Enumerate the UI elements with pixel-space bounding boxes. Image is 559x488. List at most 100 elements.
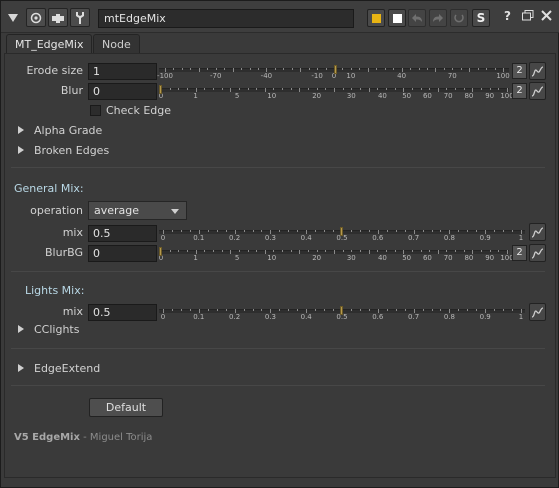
font-color-swatch[interactable] bbox=[388, 9, 406, 27]
redo-icon[interactable] bbox=[429, 9, 447, 27]
slider-handle[interactable] bbox=[340, 227, 343, 236]
slider-tick-label: 1 bbox=[518, 313, 524, 321]
slider-tick bbox=[410, 68, 412, 70]
blurbg-split-button[interactable]: 2 bbox=[512, 245, 527, 261]
slider-tick bbox=[437, 88, 439, 92]
blur-slider[interactable]: 0 1 5 10 20 30 40 50 60 70 80 90 100 bbox=[159, 83, 514, 103]
slider-tick bbox=[467, 230, 469, 232]
close-icon[interactable] bbox=[541, 10, 552, 24]
tab-node[interactable]: Node bbox=[93, 34, 140, 54]
revert-icon[interactable] bbox=[450, 9, 468, 27]
general-mix-animation-curve-icon[interactable] bbox=[529, 223, 546, 241]
slider-tick bbox=[411, 250, 413, 252]
slider-tick bbox=[224, 68, 226, 70]
blur-animation-curve-icon[interactable] bbox=[529, 82, 546, 100]
slider-tick bbox=[257, 68, 259, 70]
lights-mix-field[interactable]: 0.5 bbox=[88, 304, 157, 321]
check-edge-checkbox[interactable] bbox=[90, 105, 101, 116]
slider-tick-label: 5 bbox=[234, 92, 240, 100]
slider-tick bbox=[431, 309, 433, 311]
lights-mix-slider[interactable]: 0 0.1 0.2 0.3 0.4 0.5 0.6 0.7 0.8 0.9 1 bbox=[159, 304, 525, 324]
slider-tick bbox=[368, 88, 370, 92]
slider-tick bbox=[422, 309, 424, 311]
slider-tick-label: 0.4 bbox=[300, 234, 312, 242]
help-button[interactable]: ? bbox=[504, 9, 511, 23]
slider-tick-label: 0.6 bbox=[372, 313, 384, 321]
slider-tick bbox=[198, 68, 200, 72]
slider-handle[interactable] bbox=[159, 85, 162, 94]
expand-triangle-icon[interactable] bbox=[18, 146, 24, 154]
undo-icon[interactable] bbox=[408, 9, 426, 27]
slider-handle[interactable] bbox=[333, 65, 337, 74]
slider-tick bbox=[230, 88, 232, 92]
node-name-field[interactable]: mtEdgeMix bbox=[98, 9, 354, 28]
slider-tick bbox=[180, 309, 182, 311]
slider-tick bbox=[288, 230, 290, 232]
broken-edges-group[interactable]: Broken Edges bbox=[34, 143, 109, 159]
general-mix-field[interactable]: 0.5 bbox=[88, 225, 157, 242]
float-panel-icon[interactable] bbox=[522, 10, 534, 24]
erode-size-animation-curve-icon[interactable] bbox=[529, 62, 546, 80]
slider-tick bbox=[238, 250, 240, 252]
slider-tick-label: 0.6 bbox=[372, 234, 384, 242]
slider-tick bbox=[282, 88, 284, 90]
slider-handle[interactable] bbox=[340, 306, 343, 315]
slider-tick bbox=[290, 88, 292, 90]
operation-value: average bbox=[94, 204, 140, 217]
alpha-grade-group[interactable]: Alpha Grade bbox=[34, 123, 102, 139]
divider bbox=[11, 167, 545, 168]
slider-tick bbox=[426, 68, 428, 70]
general-mix-slider[interactable]: 0 0.1 0.2 0.3 0.4 0.5 0.6 0.7 0.8 0.9 1 bbox=[159, 225, 525, 245]
slider-tick bbox=[297, 230, 299, 232]
slider-tick bbox=[324, 230, 326, 232]
check-edge-label: Check Edge bbox=[106, 104, 172, 117]
slider-tick bbox=[190, 68, 192, 70]
tab-mt-edgemix[interactable]: MT_EdgeMix bbox=[6, 34, 93, 54]
slider-tick bbox=[377, 88, 379, 90]
blur-field[interactable]: 0 bbox=[88, 83, 157, 100]
slider-tick bbox=[169, 250, 171, 252]
blurbg-animation-curve-icon[interactable] bbox=[529, 244, 546, 262]
expand-triangle-icon[interactable] bbox=[18, 325, 24, 333]
node-color-swatch[interactable] bbox=[367, 9, 385, 27]
slider-tick-label: 80 bbox=[464, 92, 474, 100]
slider-tick bbox=[512, 230, 514, 232]
blur-split-button[interactable]: 2 bbox=[512, 83, 527, 99]
erode-size-slider[interactable]: -100 -70 -40 -10 0 10 40 70 100 bbox=[157, 63, 510, 83]
edgeextend-group[interactable]: EdgeExtend bbox=[34, 361, 100, 377]
expand-triangle-icon[interactable] bbox=[18, 126, 24, 134]
wrench-icon[interactable] bbox=[70, 8, 90, 27]
slider-tick-label: -10 bbox=[311, 72, 323, 80]
slider-tick bbox=[411, 88, 413, 90]
collapse-triangle-icon[interactable] bbox=[5, 8, 21, 27]
erode-size-split-button[interactable]: 2 bbox=[512, 63, 527, 79]
blurbg-field[interactable]: 0 bbox=[88, 245, 157, 262]
slider-tick bbox=[186, 88, 188, 90]
default-button[interactable]: Default bbox=[89, 398, 163, 417]
snapshot-s-button[interactable]: S bbox=[472, 9, 490, 27]
slider-tick bbox=[476, 230, 478, 232]
slider-tick bbox=[178, 250, 180, 252]
erode-size-field[interactable]: 1 bbox=[88, 63, 157, 80]
slider-tick bbox=[282, 250, 284, 252]
slider-handle[interactable] bbox=[159, 247, 162, 256]
slider-tick bbox=[429, 88, 431, 90]
slider-tick bbox=[207, 68, 209, 70]
slider-tick bbox=[283, 68, 285, 70]
slider-tick bbox=[359, 88, 361, 90]
operation-dropdown[interactable]: average bbox=[88, 201, 187, 220]
slider-tick bbox=[385, 88, 387, 90]
slider-tick bbox=[498, 88, 500, 90]
center-node-icon[interactable] bbox=[48, 8, 68, 27]
cclights-group[interactable]: CClights bbox=[34, 322, 79, 338]
slider-tick bbox=[230, 250, 232, 254]
view-node-icon[interactable] bbox=[26, 8, 46, 27]
expand-triangle-icon[interactable] bbox=[18, 364, 24, 372]
slider-tick-label: 0 bbox=[160, 313, 166, 321]
slider-tick-label: -70 bbox=[209, 72, 222, 80]
blurbg-slider[interactable]: 0 1 5 10 20 30 40 50 60 70 80 90 100 bbox=[159, 245, 514, 265]
slider-tick-label: 90 bbox=[485, 92, 495, 100]
slider-tick bbox=[494, 68, 496, 70]
slider-tick bbox=[394, 88, 396, 90]
lights-mix-animation-curve-icon[interactable] bbox=[529, 303, 546, 321]
